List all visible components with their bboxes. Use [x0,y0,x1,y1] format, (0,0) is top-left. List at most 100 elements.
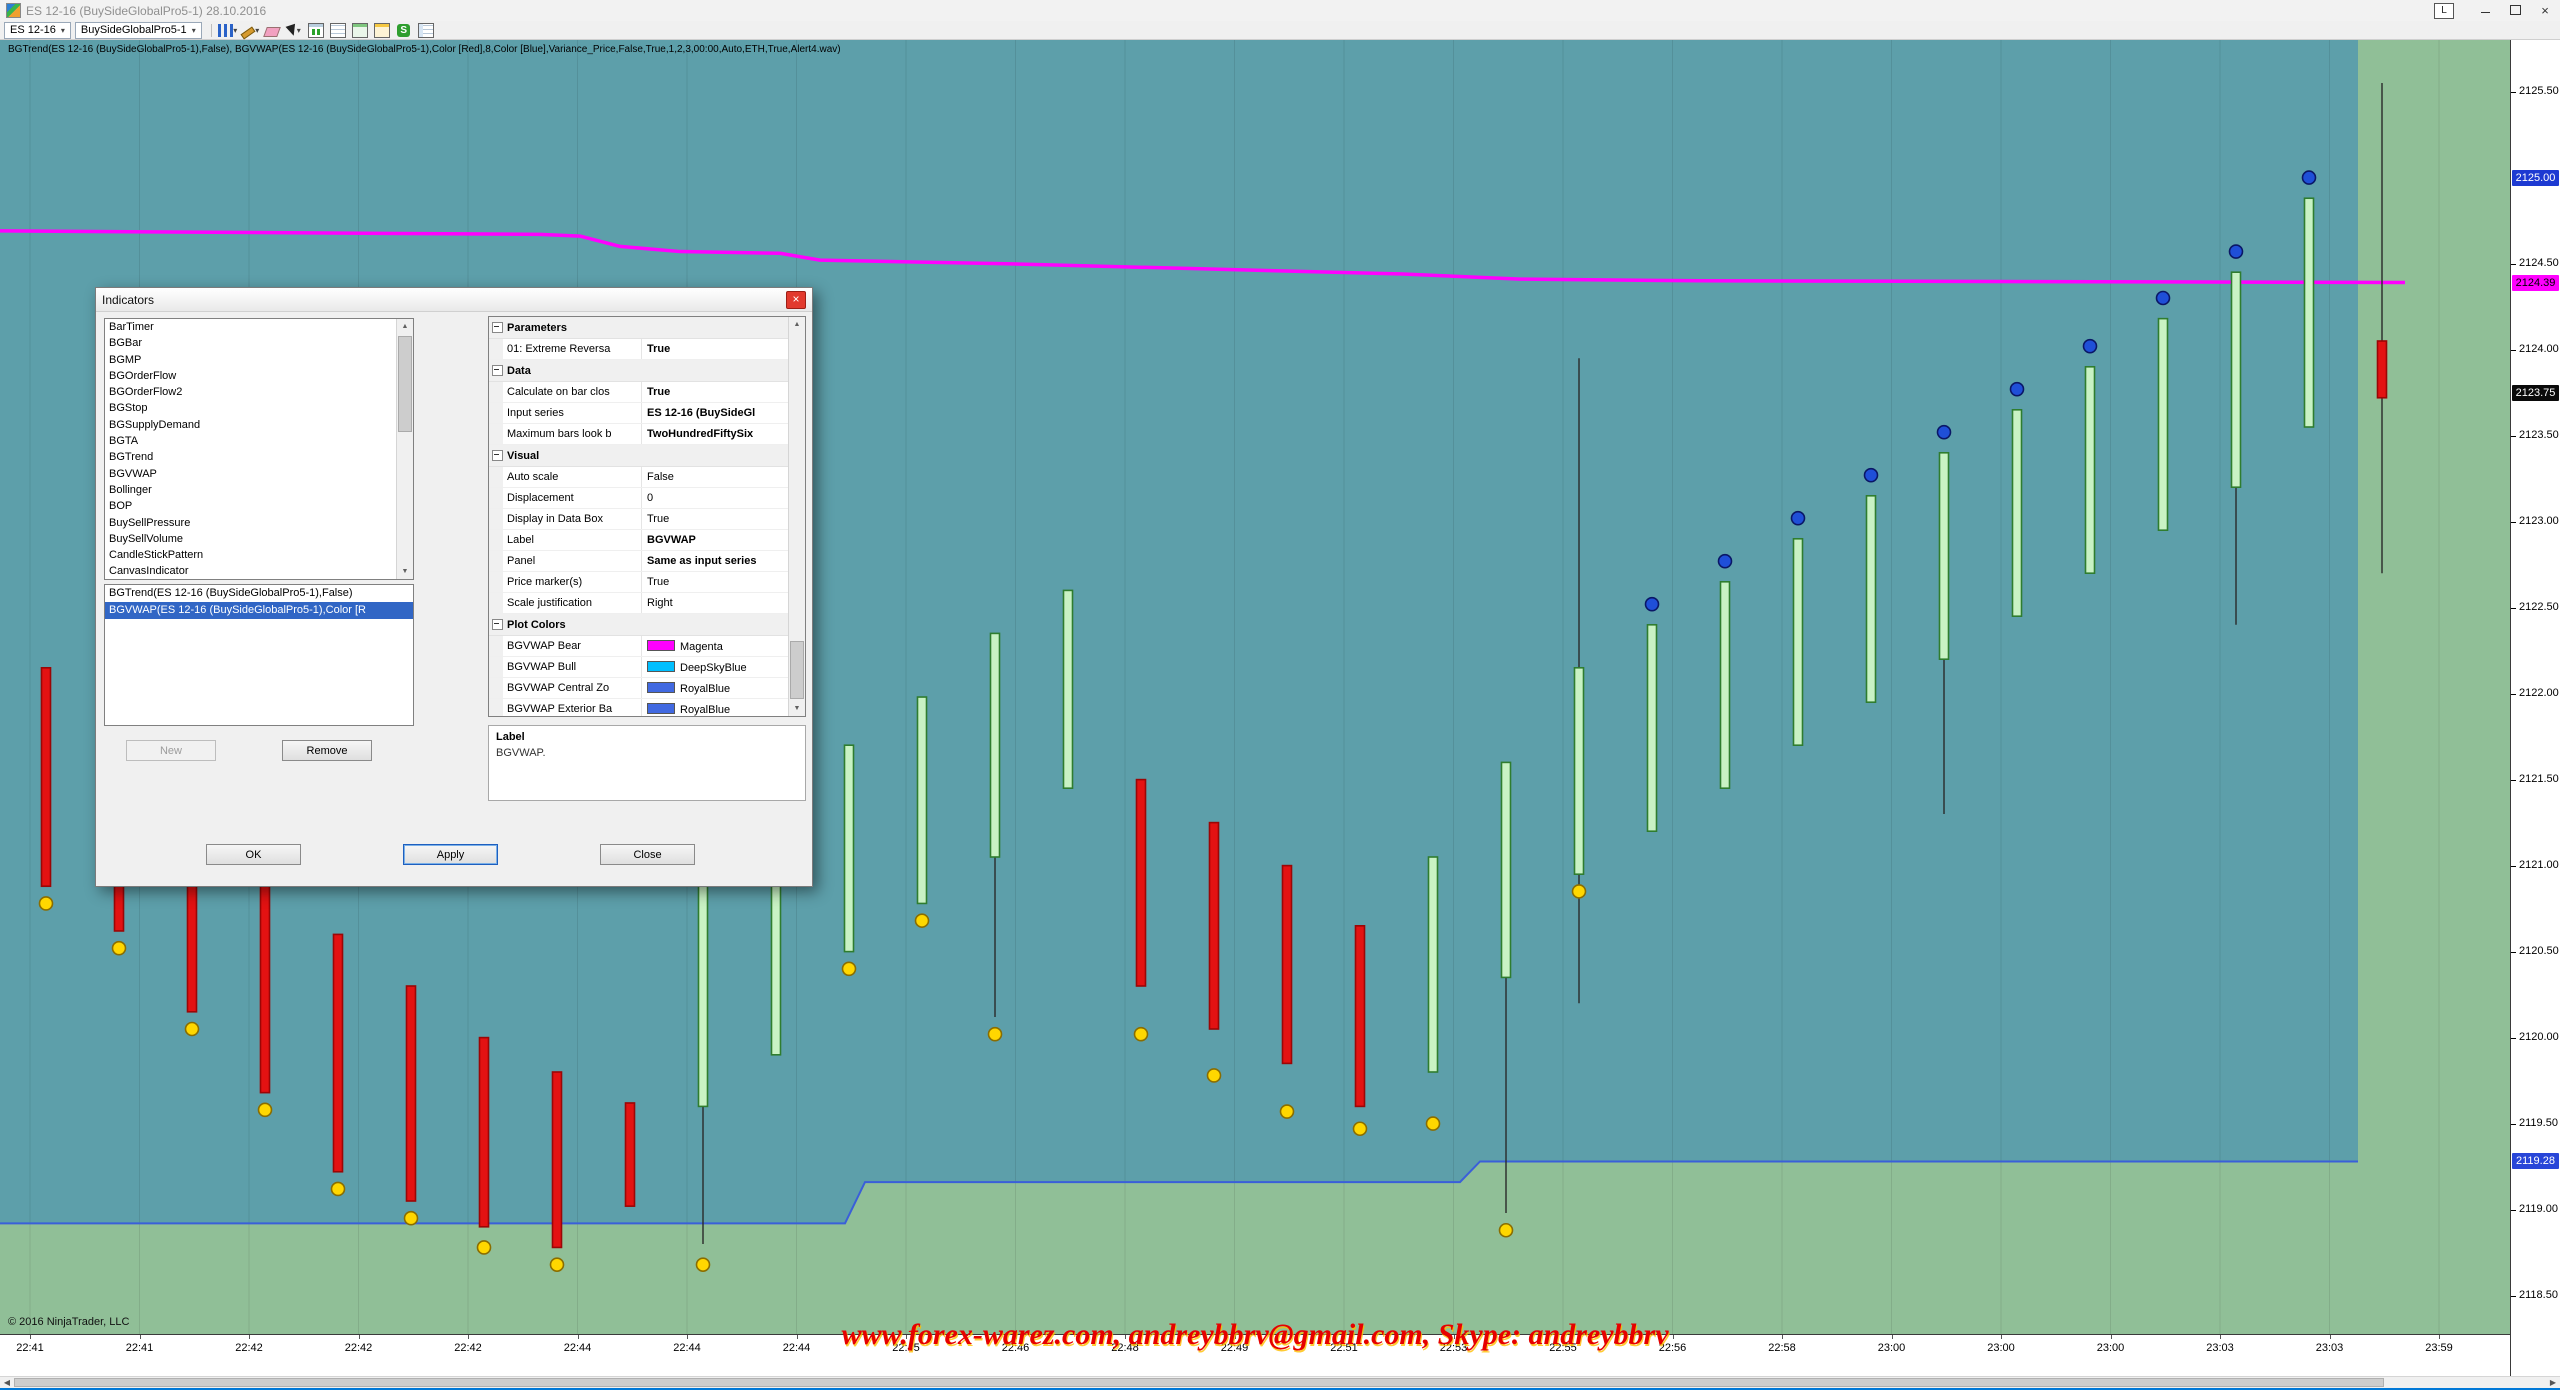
configured-indicator-item[interactable]: BGTrend(ES 12-16 (BuySideGlobalPro5-1),F… [105,585,413,602]
property-value[interactable]: DeepSkyBlue [642,657,788,677]
property-row[interactable]: BGVWAP Central ZoRoyalBlue [489,678,788,699]
property-row[interactable]: BGVWAP BearMagenta [489,636,788,657]
remove-button[interactable]: Remove [282,740,372,761]
ok-button[interactable]: OK [206,844,301,865]
indicator-list-item[interactable]: BGBar [105,335,396,351]
template-dropdown[interactable]: BuySideGlobalPro5-1 ▾ [75,22,202,39]
indicator-list-item[interactable]: BGTrend [105,449,396,465]
cursor-tool-icon[interactable]: ▾ [284,22,304,39]
scroll-up-icon[interactable]: ▲ [789,317,805,332]
collapse-icon[interactable] [492,365,503,376]
alerts-panel-icon[interactable] [372,22,392,39]
property-value[interactable]: TwoHundredFiftySix [642,424,788,444]
property-value[interactable]: True [642,572,788,592]
indicator-list-item[interactable]: BuySellVolume [105,531,396,547]
collapse-icon[interactable] [492,450,503,461]
property-row[interactable]: Price marker(s)True [489,572,788,593]
property-value[interactable]: True [642,509,788,529]
scroll-right-icon[interactable]: ▶ [2546,1377,2560,1388]
indicator-list-item[interactable]: BOP [105,498,396,514]
collapse-icon[interactable] [492,322,503,333]
indicator-list-item[interactable]: BarTimer [105,319,396,335]
eraser-icon[interactable] [262,22,282,39]
configured-indicators-list[interactable]: BGTrend(ES 12-16 (BuySideGlobalPro5-1),F… [104,584,414,726]
property-value[interactable]: RoyalBlue [642,699,788,717]
property-row[interactable]: BGVWAP BullDeepSkyBlue [489,657,788,678]
property-row[interactable]: 01: Extreme ReversaTrue [489,339,788,360]
property-value[interactable]: Magenta [642,636,788,656]
horizontal-scrollbar[interactable]: ◀ ▶ [0,1376,2560,1388]
data-grid-icon[interactable] [328,22,348,39]
dialog-close-icon[interactable]: × [786,291,806,309]
new-button[interactable]: New [126,740,216,761]
property-grid[interactable]: Parameters01: Extreme ReversaTrueDataCal… [488,316,806,717]
property-value[interactable]: 0 [642,488,788,508]
indicator-list-item[interactable]: BuySellPressure [105,515,396,531]
property-value[interactable]: BGVWAP [642,530,788,550]
property-row[interactable]: PanelSame as input series [489,551,788,572]
chart-style-icon[interactable]: ▾ [218,22,238,39]
property-section[interactable]: Plot Colors [489,614,788,636]
dialog-close-button[interactable]: Close [600,844,695,865]
chart-window-icon[interactable] [306,22,326,39]
price-axis[interactable]: 2125.502124.502124.002123.502123.002122.… [2510,40,2560,1376]
available-indicators-list[interactable]: BarTimerBGBarBGMPBGOrderFlowBGOrderFlow2… [104,318,414,580]
link-button[interactable]: L [2434,3,2454,19]
property-grid-scrollbar[interactable]: ▲ ▼ [788,317,805,716]
indicator-list-item[interactable]: CanvasIndicator [105,563,396,579]
property-row[interactable]: LabelBGVWAP [489,530,788,551]
collapse-icon[interactable] [492,619,503,630]
property-section[interactable]: Parameters [489,317,788,339]
indicator-list-item[interactable]: BGVWAP [105,466,396,482]
property-row[interactable]: Scale justificationRight [489,593,788,614]
dialog-title-bar[interactable]: Indicators × [96,288,812,312]
apply-button[interactable]: Apply [403,844,498,865]
scrollbar-thumb[interactable] [790,641,804,699]
property-row[interactable]: Display in Data BoxTrue [489,509,788,530]
indicator-list-item[interactable]: BGOrderFlow [105,368,396,384]
indicator-list-item[interactable]: BGTA [105,433,396,449]
indicator-list-item[interactable]: BGOrderFlow2 [105,384,396,400]
property-row[interactable]: Input seriesES 12-16 (BuySideGl [489,403,788,424]
property-section[interactable]: Visual [489,445,788,467]
minimize-button[interactable] [2470,0,2500,21]
drawing-tools-icon[interactable]: ▾ [240,22,260,39]
properties-table-icon[interactable] [416,22,436,39]
property-value[interactable]: ES 12-16 (BuySideGl [642,403,788,423]
property-value[interactable]: True [642,382,788,402]
scroll-down-icon[interactable]: ▼ [397,564,413,579]
copyright-text: © 2016 NinjaTrader, LLC [8,1316,129,1328]
strategies-icon[interactable]: S [394,22,414,39]
property-section[interactable]: Data [489,360,788,382]
property-value[interactable]: RoyalBlue [642,678,788,698]
scroll-left-icon[interactable]: ◀ [0,1377,14,1388]
scroll-down-icon[interactable]: ▼ [789,701,805,716]
property-row[interactable]: BGVWAP Exterior BaRoyalBlue [489,699,788,717]
indicator-list-item[interactable]: CandleStickPattern [105,547,396,563]
property-value[interactable]: Right [642,593,788,613]
property-value[interactable]: False [642,467,788,487]
time-label: 23:59 [2425,1342,2453,1354]
price-tick: 2121.50 [2511,773,2559,785]
maximize-button[interactable] [2500,0,2530,21]
property-row[interactable]: Displacement0 [489,488,788,509]
indicator-list-item[interactable]: Bollinger [105,482,396,498]
indicator-list-item[interactable]: BGSupplyDemand [105,417,396,433]
available-list-scrollbar[interactable]: ▲ ▼ [396,319,413,579]
scrollbar-thumb[interactable] [14,1378,2384,1387]
property-row[interactable]: Maximum bars look bTwoHundredFiftySix [489,424,788,445]
scroll-up-icon[interactable]: ▲ [397,319,413,334]
close-button[interactable]: × [2530,0,2560,21]
property-value[interactable]: Same as input series [642,551,788,571]
instrument-dropdown[interactable]: ES 12-16 ▾ [4,22,71,39]
property-value[interactable]: True [642,339,788,359]
property-row[interactable]: Auto scaleFalse [489,467,788,488]
indicator-panel-icon[interactable] [350,22,370,39]
indicator-list-item[interactable]: BGMP [105,352,396,368]
configured-indicator-item[interactable]: BGVWAP(ES 12-16 (BuySideGlobalPro5-1),Co… [105,602,413,619]
indicator-list-item[interactable]: BGStop [105,400,396,416]
time-tick [1125,1335,1126,1339]
time-axis[interactable]: 22:4122:4122:4222:4222:4222:4422:4422:44… [0,1334,2510,1376]
property-row[interactable]: Calculate on bar closTrue [489,382,788,403]
scrollbar-thumb[interactable] [398,336,412,432]
